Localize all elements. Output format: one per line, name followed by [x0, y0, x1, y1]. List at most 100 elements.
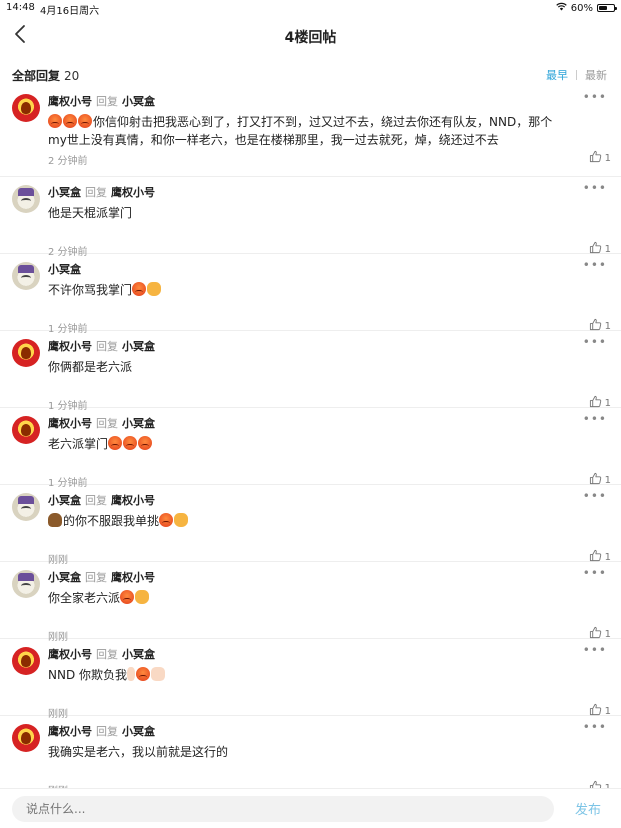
reply-content: 老六派掌门 — [48, 435, 568, 453]
author-name[interactable]: 鹰权小号 — [48, 648, 92, 661]
reply-content: 你信仰射击把我恶心到了，打又打不到，过又过不去，绕过去你还有队友，NND，那个m… — [48, 113, 568, 149]
reply-target-name[interactable]: 小冥盒 — [122, 725, 155, 738]
reply-item[interactable]: 鹰权小号回复小冥盒•••我确实是老六，我以前就是这行的刚刚1 — [0, 716, 621, 797]
reply-to-label: 回复 — [96, 725, 118, 738]
like-count: 1 — [604, 320, 611, 332]
more-options-icon[interactable]: ••• — [583, 720, 607, 734]
sort-latest-button[interactable]: 最新 — [585, 67, 607, 83]
angry-emoji-icon — [159, 513, 174, 527]
like-button[interactable]: 1 — [589, 150, 611, 166]
page-title: 4楼回帖 — [284, 30, 337, 46]
reply-content: 你俩都是老六派 — [48, 358, 568, 376]
avatar[interactable] — [12, 94, 40, 122]
reply-item[interactable]: 小冥盒 ••• 不许你骂我掌门 1 分钟前 1 — [0, 254, 621, 335]
reply-target-name[interactable]: 小冥盒 — [122, 340, 155, 353]
angry-emoji-icon — [132, 282, 147, 296]
reply-item[interactable]: 小冥盒 回复 鹰权小号 ••• 你全家老六派 刚刚 1 — [0, 562, 621, 643]
reply-text: 不许你骂我掌门 — [48, 283, 133, 297]
reply-header: 小冥盒 回复 鹰权小号 — [48, 492, 155, 508]
composer-bar: 发布 — [0, 788, 621, 828]
author-name[interactable]: 小冥盒 — [48, 571, 81, 584]
reply-to-label: 回复 — [85, 494, 107, 507]
reply-content: 不许你骂我掌门 — [48, 281, 568, 299]
palm-emoji-icon — [151, 667, 166, 681]
like-count: 1 — [604, 705, 611, 717]
reply-item[interactable]: 鹰权小号 回复 小冥盒 ••• 你信仰射击把我恶心到了，打又打不到，过又过不去，绕过去你… — [0, 86, 621, 177]
like-count: 1 — [604, 551, 611, 563]
reply-target-name[interactable]: 小冥盒 — [122, 417, 155, 430]
reply-text: NND 你欺负我 — [48, 668, 128, 682]
reply-header: 鹰权小号 回复 小冥盒 — [48, 93, 155, 109]
angry-emoji-icon — [123, 436, 138, 450]
reply-content: 他是天棍派掌门 — [48, 204, 568, 222]
avatar[interactable] — [12, 570, 40, 598]
angry-emoji-icon — [48, 114, 62, 128]
more-options-icon[interactable]: ••• — [583, 643, 607, 657]
avatar[interactable] — [12, 724, 40, 752]
reply-target-name[interactable]: 小冥盒 — [122, 648, 155, 661]
avatar[interactable] — [12, 493, 40, 521]
reply-target-name[interactable]: 小冥盒 — [122, 95, 155, 108]
angry-emoji-icon — [120, 590, 135, 604]
more-options-icon[interactable]: ••• — [583, 489, 607, 503]
reply-count: 20 — [64, 69, 80, 83]
avatar[interactable] — [12, 416, 40, 444]
battery-percent: 60% — [570, 2, 593, 14]
reply-content: 我确实是老六，我以前就是这行的 — [48, 743, 568, 761]
like-count: 1 — [604, 152, 611, 164]
reply-item[interactable]: 鹰权小号 回复 小冥盒 ••• 老六派掌门 1 分钟前 1 — [0, 408, 621, 489]
reply-item[interactable]: 鹰权小号 回复 小冥盒 ••• NND 你欺负我 刚刚 1 — [0, 639, 621, 720]
more-options-icon[interactable]: ••• — [583, 258, 607, 272]
reply-header: 小冥盒 — [48, 261, 81, 277]
reply-item[interactable]: 小冥盒 回复 鹰权小号 ••• 他是天棍派掌门 2 分钟前 1 — [0, 177, 621, 258]
more-options-icon[interactable]: ••• — [583, 412, 607, 426]
reply-item[interactable]: 小冥盒 回复 鹰权小号 ••• 的你不服跟我单挑 刚刚 1 — [0, 485, 621, 566]
avatar[interactable] — [12, 262, 40, 290]
angry-emoji-icon — [108, 436, 123, 450]
like-count: 1 — [604, 628, 611, 640]
sort-divider — [576, 70, 577, 80]
more-options-icon[interactable]: ••• — [583, 335, 607, 349]
author-name[interactable]: 鹰权小号 — [48, 725, 92, 738]
all-replies-label: 全部回复 20 — [12, 67, 79, 84]
angry-emoji-icon — [138, 436, 153, 450]
all-replies-text: 全部回复 — [12, 69, 61, 83]
reply-text: 我确实是老六，我以前就是这行的 — [48, 745, 229, 759]
comment-input[interactable] — [12, 796, 554, 822]
status-time: 14:48 — [6, 2, 35, 13]
reply-item[interactable]: 鹰权小号 回复 小冥盒 ••• 你俩都是老六派 1 分钟前 1 — [0, 331, 621, 412]
reply-target-name[interactable]: 鹰权小号 — [111, 494, 155, 507]
more-options-icon[interactable]: ••• — [583, 181, 607, 195]
avatar[interactable] — [12, 647, 40, 675]
angry-emoji-icon — [63, 114, 77, 128]
reply-header: 鹰权小号 回复 小冥盒 — [48, 646, 155, 662]
publish-button[interactable]: 发布 — [575, 799, 601, 818]
author-name[interactable]: 小冥盒 — [48, 263, 81, 276]
avatar[interactable] — [12, 185, 40, 213]
like-count: 1 — [604, 474, 611, 486]
reply-content: 的你不服跟我单挑 — [48, 512, 568, 530]
more-options-icon[interactable]: ••• — [583, 90, 607, 104]
reply-time: 2 分钟前 — [48, 156, 88, 167]
reply-to-label: 回复 — [96, 340, 118, 353]
angry-emoji-icon — [136, 667, 151, 681]
status-indicators: 60% — [556, 2, 617, 14]
like-count: 1 — [604, 397, 611, 409]
status-date: 4月16日周六 — [40, 6, 100, 17]
reply-target-name[interactable]: 鹰权小号 — [111, 571, 155, 584]
author-name[interactable]: 鹰权小号 — [48, 95, 92, 108]
status-bar: 14:48 4月16日周六 60% — [0, 0, 621, 17]
author-name[interactable]: 小冥盒 — [48, 186, 81, 199]
finger-emoji-icon — [127, 667, 136, 681]
avatar[interactable] — [12, 339, 40, 367]
reply-target-name[interactable]: 鹰权小号 — [111, 186, 155, 199]
fist-emoji-icon — [147, 282, 162, 296]
author-name[interactable]: 鹰权小号 — [48, 417, 92, 430]
more-options-icon[interactable]: ••• — [583, 566, 607, 580]
reply-header: 鹰权小号 回复 小冥盒 — [48, 723, 155, 739]
author-name[interactable]: 鹰权小号 — [48, 340, 92, 353]
reply-text: 你信仰射击把我恶心到了，打又打不到，过又过不去，绕过去你还有队友，NND，那个m… — [48, 115, 553, 147]
horse-emoji-icon — [48, 513, 62, 527]
sort-earliest-button[interactable]: 最早 — [546, 67, 568, 83]
author-name[interactable]: 小冥盒 — [48, 494, 81, 507]
